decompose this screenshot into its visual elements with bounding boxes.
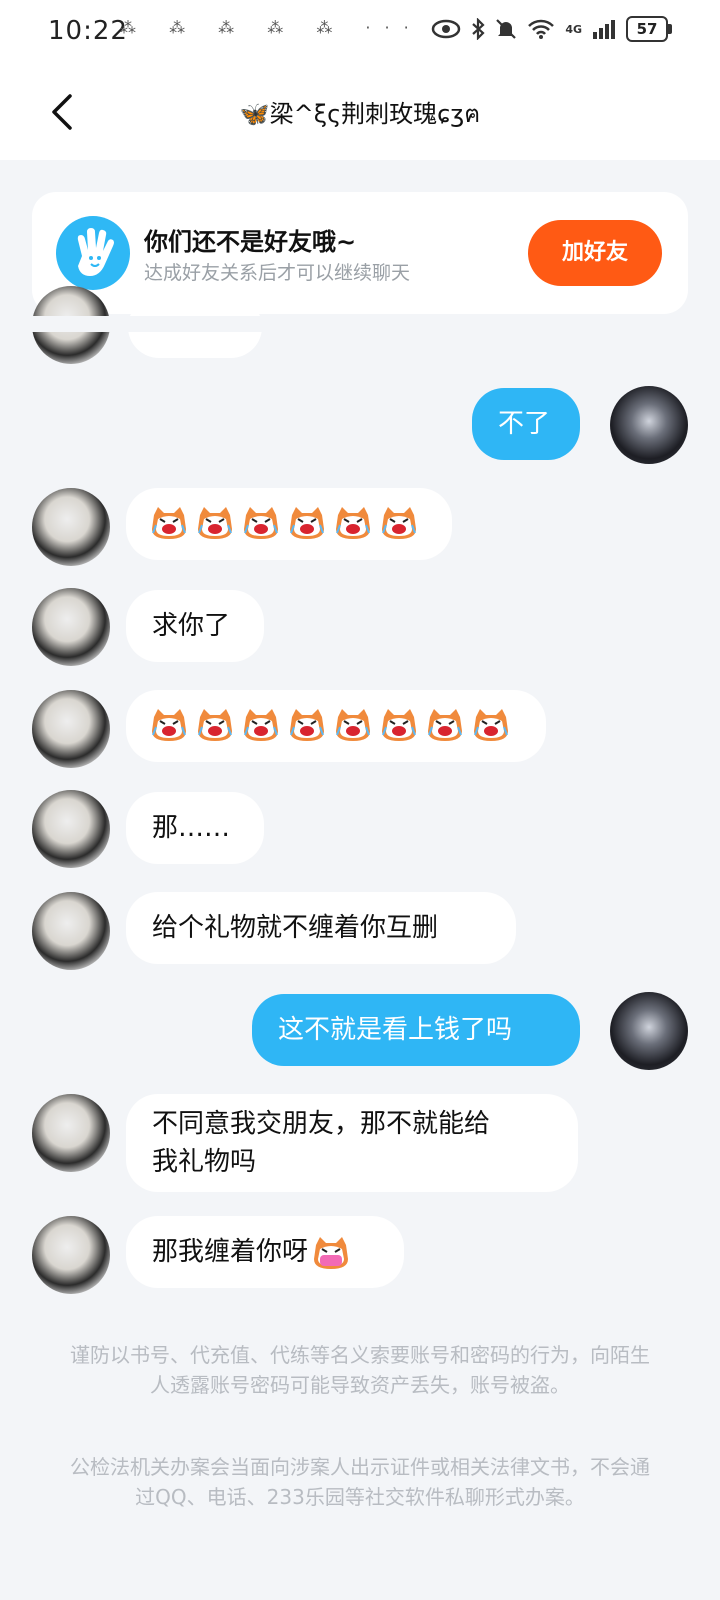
crying-cat-emoji-icon [196, 505, 234, 541]
eye-icon [432, 19, 461, 39]
notification-icons: ⁂ ⁂ ⁂ ⁂ ⁂ ··· [120, 18, 423, 37]
legal-notice: 公检法机关办案会当面向涉案人出示证件或相关法律文书，不会通过QQ、电话、233乐… [70, 1455, 650, 1509]
chat-title[interactable]: 🦋梁^ξς荆刺玫瑰ɕʒฅ [0, 94, 720, 133]
scroll-mask [0, 316, 720, 332]
message-text: 那我缠着你呀 [152, 1237, 309, 1267]
banner-title: 你们还不是好友哦~ [144, 228, 357, 256]
message-bubble-other[interactable]: 给个礼物就不缠着你互删 [126, 892, 516, 964]
message-bubble-self[interactable]: 不了 [472, 388, 580, 460]
crying-cat-emoji-icon [288, 707, 326, 743]
crying-cat-emoji-icon [242, 707, 280, 743]
contact-avatar[interactable] [32, 790, 110, 868]
banner-subtitle: 达成好友关系后才可以继续聊天 [144, 262, 411, 284]
not-friends-banner: 你们还不是好友哦~ 达成好友关系后才可以继续聊天 加好友 [32, 192, 688, 314]
crying-cat-emoji-icon [150, 505, 188, 541]
contact-avatar[interactable] [32, 892, 110, 970]
self-avatar[interactable] [610, 386, 688, 464]
message-bubble-self[interactable]: 这不就是看上钱了吗 [252, 994, 580, 1066]
chat-header: 🦋梁^ξς荆刺玫瑰ɕʒฅ [0, 64, 720, 160]
self-avatar[interactable] [610, 992, 688, 1070]
contact-avatar[interactable] [32, 1216, 110, 1294]
network-label: 4G [565, 22, 582, 36]
crying-cat-emoji-icon [426, 707, 464, 743]
contact-avatar[interactable] [32, 1094, 110, 1172]
crying-cat-emoji-icon [242, 505, 280, 541]
crying-cat-emoji-icon [380, 707, 418, 743]
emoji-row [150, 707, 522, 743]
message-bubble-emoji[interactable] [126, 488, 452, 560]
status-time: 10:22 [48, 16, 128, 46]
message-bubble-other[interactable]: 求你了 [126, 590, 264, 662]
crying-cat-emoji-icon [334, 707, 372, 743]
crying-cat-emoji-icon [472, 707, 510, 743]
crying-cat-emoji-icon [150, 707, 188, 743]
message-line: 不同意我交朋友，那不就能给 [152, 1109, 491, 1139]
contact-avatar[interactable] [32, 690, 110, 768]
status-icons: 4G 57 [431, 16, 672, 42]
bell-muted-icon [496, 19, 517, 39]
crying-cat-emoji-icon [196, 707, 234, 743]
message-bubble-other[interactable]: 那…… [126, 792, 264, 864]
status-bar: 10:22 ⁂ ⁂ ⁂ ⁂ ⁂ ··· 4G 57 [0, 0, 720, 64]
message-bubble-other[interactable]: 不同意我交朋友，那不就能给 我礼物吗 [126, 1094, 578, 1192]
contact-avatar[interactable] [32, 588, 110, 666]
bluetooth-icon [472, 18, 485, 40]
battery-indicator: 57 [626, 16, 672, 42]
wifi-icon [528, 19, 555, 39]
crying-cat-emoji-icon [288, 505, 326, 541]
contact-avatar[interactable] [32, 488, 110, 566]
signal-icon [593, 20, 615, 39]
crying-cat-emoji-icon [380, 505, 418, 541]
message-line: 我礼物吗 [152, 1147, 257, 1177]
message-bubble-emoji[interactable] [126, 690, 546, 762]
waving-hand-icon [56, 216, 130, 290]
crying-cat-emoji-icon [334, 505, 372, 541]
add-friend-button[interactable]: 加好友 [528, 220, 662, 286]
emoji-row [150, 505, 428, 541]
message-bubble-other[interactable]: 那我缠着你呀 [126, 1216, 404, 1288]
masked-cat-emoji-icon [312, 1235, 350, 1271]
security-notice: 谨防以书号、代充值、代练等名义索要账号和密码的行为，向陌生人透露账号密码可能导致… [70, 1343, 650, 1397]
